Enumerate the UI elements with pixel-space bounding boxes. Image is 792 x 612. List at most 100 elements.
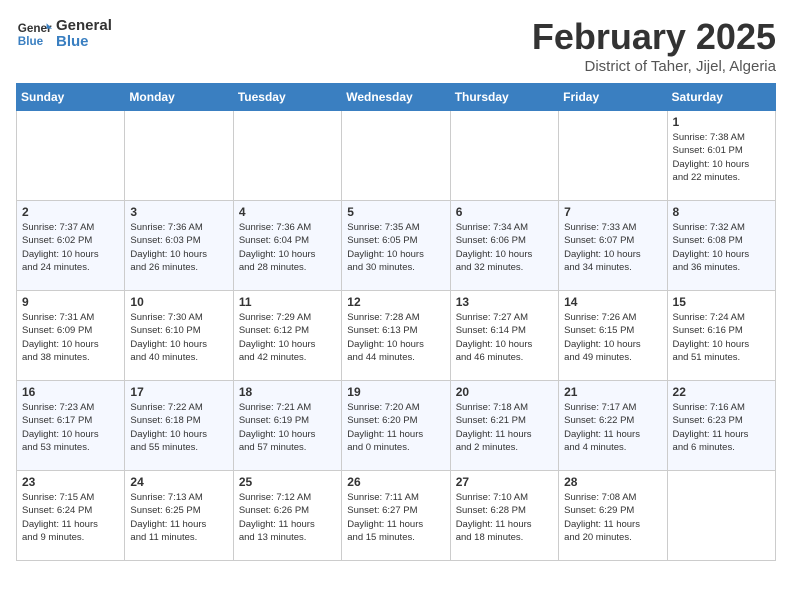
day-number: 20: [456, 385, 553, 399]
day-number: 13: [456, 295, 553, 309]
calendar-cell: 6 Sunrise: 7:34 AM Sunset: 6:06 PM Daylig…: [450, 201, 558, 291]
calendar-cell: 13 Sunrise: 7:27 AM Sunset: 6:14 PM Dayli…: [450, 291, 558, 381]
calendar-cell: [342, 111, 450, 201]
day-header-tuesday: Tuesday: [233, 84, 341, 111]
week-row-2: 9 Sunrise: 7:31 AM Sunset: 6:09 PM Daylig…: [17, 291, 776, 381]
calendar-cell: 7 Sunrise: 7:33 AM Sunset: 6:07 PM Daylig…: [559, 201, 667, 291]
calendar-cell: 18 Sunrise: 7:21 AM Sunset: 6:19 PM Dayli…: [233, 381, 341, 471]
calendar-cell: 14Sunrise: 7:26 AM Sunset: 6:15 PM Dayli…: [559, 291, 667, 381]
calendar-cell: [17, 111, 125, 201]
header: General Blue General Blue February 2025 …: [16, 16, 776, 75]
calendar-cell: 16Sunrise: 7:23 AM Sunset: 6:17 PM Dayli…: [17, 381, 125, 471]
calendar-cell: 5 Sunrise: 7:35 AM Sunset: 6:05 PM Daylig…: [342, 201, 450, 291]
day-number: 18: [239, 385, 336, 399]
day-number: 17: [130, 385, 227, 399]
day-number: 4: [239, 205, 336, 219]
day-number: 24: [130, 475, 227, 489]
day-number: 22: [673, 385, 770, 399]
calendar-cell: 11Sunrise: 7:29 AM Sunset: 6:12 PM Dayli…: [233, 291, 341, 381]
day-number: 23: [22, 475, 119, 489]
calendar-cell: 2 Sunrise: 7:37 AM Sunset: 6:02 PM Daylig…: [17, 201, 125, 291]
day-info: Sunrise: 7:17 AM Sunset: 6:22 PM Dayligh…: [564, 401, 661, 454]
calendar-cell: 15 Sunrise: 7:24 AM Sunset: 6:16 PM Dayli…: [667, 291, 775, 381]
location-title: District of Taher, Jijel, Algeria: [532, 58, 776, 75]
calendar-cell: 27 Sunrise: 7:10 AM Sunset: 6:28 PM Dayli…: [450, 471, 558, 561]
calendar-cell: 10 Sunrise: 7:30 AM Sunset: 6:10 PM Dayli…: [125, 291, 233, 381]
day-info: Sunrise: 7:18 AM Sunset: 6:21 PM Dayligh…: [456, 401, 553, 454]
logo-icon: General Blue: [16, 16, 52, 52]
day-info: Sunrise: 7:30 AM Sunset: 6:10 PM Dayligh…: [130, 311, 227, 364]
day-header-friday: Friday: [559, 84, 667, 111]
day-info: Sunrise: 7:24 AM Sunset: 6:16 PM Dayligh…: [673, 311, 770, 364]
day-info: Sunrise: 7:21 AM Sunset: 6:19 PM Dayligh…: [239, 401, 336, 454]
day-header-thursday: Thursday: [450, 84, 558, 111]
day-number: 16: [22, 385, 119, 399]
logo-general: General: [56, 18, 112, 35]
day-number: 27: [456, 475, 553, 489]
calendar-cell: [233, 111, 341, 201]
title-area: February 2025 District of Taher, Jijel, …: [532, 16, 776, 75]
calendar-cell: 17 Sunrise: 7:22 AM Sunset: 6:18 PM Dayli…: [125, 381, 233, 471]
calendar-cell: 21 Sunrise: 7:17 AM Sunset: 6:22 PM Dayli…: [559, 381, 667, 471]
day-number: 7: [564, 205, 661, 219]
calendar-cell: 3 Sunrise: 7:36 AM Sunset: 6:03 PM Daylig…: [125, 201, 233, 291]
day-number: 28: [564, 475, 661, 489]
day-info: Sunrise: 7:38 AM Sunset: 6:01 PM Dayligh…: [673, 131, 770, 184]
calendar-cell: 22Sunrise: 7:16 AM Sunset: 6:23 PM Dayli…: [667, 381, 775, 471]
day-number: 2: [22, 205, 119, 219]
day-number: 21: [564, 385, 661, 399]
day-info: Sunrise: 7:28 AM Sunset: 6:13 PM Dayligh…: [347, 311, 444, 364]
day-number: 19: [347, 385, 444, 399]
day-info: Sunrise: 7:35 AM Sunset: 6:05 PM Dayligh…: [347, 221, 444, 274]
day-info: Sunrise: 7:10 AM Sunset: 6:28 PM Dayligh…: [456, 491, 553, 544]
day-info: Sunrise: 7:22 AM Sunset: 6:18 PM Dayligh…: [130, 401, 227, 454]
day-number: 10: [130, 295, 227, 309]
day-info: Sunrise: 7:12 AM Sunset: 6:26 PM Dayligh…: [239, 491, 336, 544]
calendar-cell: [125, 111, 233, 201]
day-info: Sunrise: 7:36 AM Sunset: 6:03 PM Dayligh…: [130, 221, 227, 274]
calendar-cell: 4 Sunrise: 7:36 AM Sunset: 6:04 PM Daylig…: [233, 201, 341, 291]
day-info: Sunrise: 7:15 AM Sunset: 6:24 PM Dayligh…: [22, 491, 119, 544]
day-number: 15: [673, 295, 770, 309]
day-header-monday: Monday: [125, 84, 233, 111]
logo-blue: Blue: [56, 34, 112, 51]
day-info: Sunrise: 7:11 AM Sunset: 6:27 PM Dayligh…: [347, 491, 444, 544]
calendar-cell: 25 Sunrise: 7:12 AM Sunset: 6:26 PM Dayli…: [233, 471, 341, 561]
day-info: Sunrise: 7:33 AM Sunset: 6:07 PM Dayligh…: [564, 221, 661, 274]
calendar-cell: 24Sunrise: 7:13 AM Sunset: 6:25 PM Dayli…: [125, 471, 233, 561]
day-number: 6: [456, 205, 553, 219]
day-number: 5: [347, 205, 444, 219]
day-number: 1: [673, 115, 770, 129]
calendar-cell: [450, 111, 558, 201]
day-info: Sunrise: 7:26 AM Sunset: 6:15 PM Dayligh…: [564, 311, 661, 364]
calendar-cell: 9 Sunrise: 7:31 AM Sunset: 6:09 PM Daylig…: [17, 291, 125, 381]
calendar-cell: 23 Sunrise: 7:15 AM Sunset: 6:24 PM Dayli…: [17, 471, 125, 561]
calendar-cell: 20 Sunrise: 7:18 AM Sunset: 6:21 PM Dayli…: [450, 381, 558, 471]
day-info: Sunrise: 7:27 AM Sunset: 6:14 PM Dayligh…: [456, 311, 553, 364]
calendar-cell: [559, 111, 667, 201]
month-title: February 2025: [532, 16, 776, 58]
day-number: 9: [22, 295, 119, 309]
day-header-saturday: Saturday: [667, 84, 775, 111]
day-info: Sunrise: 7:36 AM Sunset: 6:04 PM Dayligh…: [239, 221, 336, 274]
day-number: 12: [347, 295, 444, 309]
day-number: 3: [130, 205, 227, 219]
calendar-cell: 28Sunrise: 7:08 AM Sunset: 6:29 PM Dayli…: [559, 471, 667, 561]
day-info: Sunrise: 7:31 AM Sunset: 6:09 PM Dayligh…: [22, 311, 119, 364]
week-row-3: 16Sunrise: 7:23 AM Sunset: 6:17 PM Dayli…: [17, 381, 776, 471]
logo: General Blue General Blue: [16, 16, 112, 52]
day-number: 25: [239, 475, 336, 489]
day-info: Sunrise: 7:20 AM Sunset: 6:20 PM Dayligh…: [347, 401, 444, 454]
week-row-4: 23 Sunrise: 7:15 AM Sunset: 6:24 PM Dayli…: [17, 471, 776, 561]
day-info: Sunrise: 7:29 AM Sunset: 6:12 PM Dayligh…: [239, 311, 336, 364]
calendar-cell: 8Sunrise: 7:32 AM Sunset: 6:08 PM Daylig…: [667, 201, 775, 291]
day-info: Sunrise: 7:32 AM Sunset: 6:08 PM Dayligh…: [673, 221, 770, 274]
day-info: Sunrise: 7:37 AM Sunset: 6:02 PM Dayligh…: [22, 221, 119, 274]
week-row-1: 2 Sunrise: 7:37 AM Sunset: 6:02 PM Daylig…: [17, 201, 776, 291]
calendar-cell: 26Sunrise: 7:11 AM Sunset: 6:27 PM Dayli…: [342, 471, 450, 561]
calendar-cell: 19 Sunrise: 7:20 AM Sunset: 6:20 PM Dayli…: [342, 381, 450, 471]
calendar-cell: [667, 471, 775, 561]
calendar-cell: 12 Sunrise: 7:28 AM Sunset: 6:13 PM Dayli…: [342, 291, 450, 381]
day-info: Sunrise: 7:34 AM Sunset: 6:06 PM Dayligh…: [456, 221, 553, 274]
calendar-header-row: SundayMondayTuesdayWednesdayThursdayFrid…: [17, 84, 776, 111]
